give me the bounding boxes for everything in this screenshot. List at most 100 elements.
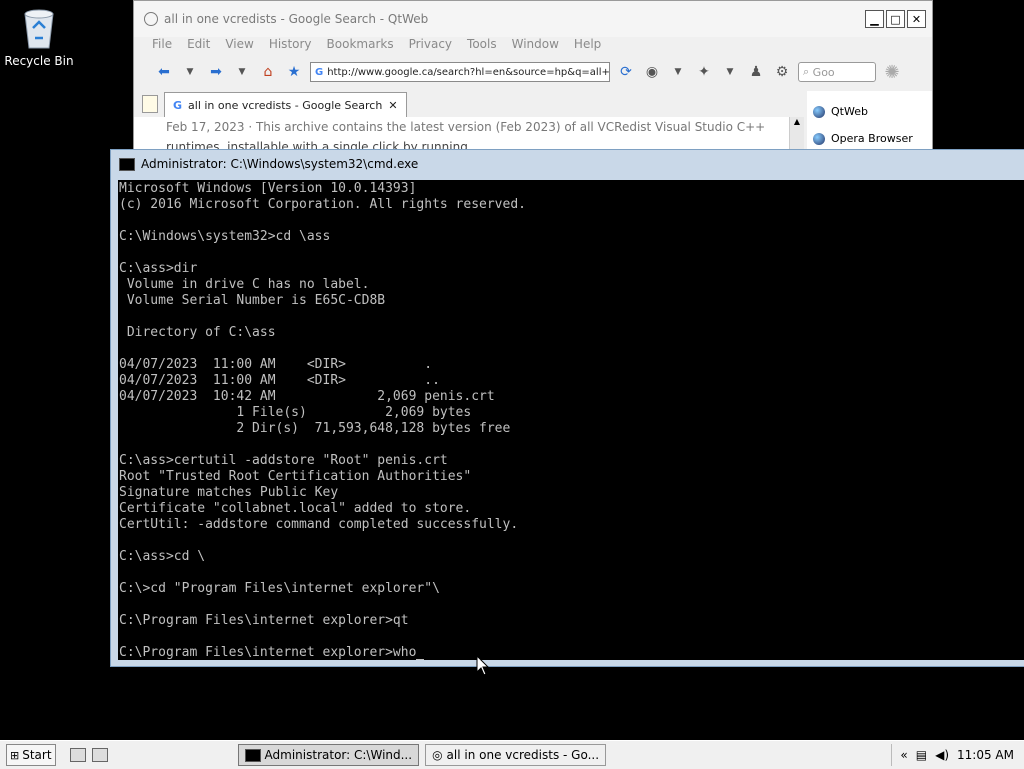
console-line: Root "Trusted Root Certification Authori… [119,469,472,484]
browser-titlebar[interactable]: all in one vcredists - Google Search - Q… [134,1,932,37]
console-line: Microsoft Windows [Version 10.0.14393] [119,181,417,196]
scroll-up-icon[interactable]: ▲ [790,117,804,126]
recycle-bin[interactable]: Recycle Bin [4,6,74,68]
reload-icon[interactable]: ⟳ [616,63,636,81]
google-tab-favicon: G [173,98,183,112]
console-line: Volume Serial Number is E65C-CD8B [119,293,386,308]
console-line: 2 Dir(s) 71,593,648,128 bytes free [119,421,511,436]
browser-title: all in one vcredists - Google Search - Q… [164,12,429,26]
globe-icon [813,132,825,145]
recycle-bin-label: Recycle Bin [4,54,74,68]
sidebar-item-label: QtWeb [831,105,868,118]
menu-history[interactable]: History [269,37,312,53]
sidebar-item-label: Opera Browser [831,132,913,145]
console-line: 1 File(s) 2,069 bytes [119,405,472,420]
server-manager-icon[interactable] [69,748,86,762]
console-line: 04/07/2023 10:42 AM 2,069 penis.crt [119,389,495,404]
page-scrollbar[interactable]: ▲ [789,117,804,151]
tab-google-search[interactable]: G all in one vcredists - Google Search ✕ [164,92,407,117]
console-line: Directory of C:\ass [119,325,276,340]
volume-icon[interactable]: ◀) [935,748,949,762]
cmd-task-icon [244,748,261,762]
tab-label: all in one vcredists - Google Search [188,98,383,112]
cmd-window[interactable]: Administrator: C:\Windows\system32\cmd.e… [110,149,1024,667]
taskbar-item-label: Administrator: C:\Wind... [264,748,413,762]
wand-dropdown-icon[interactable]: ▼ [720,63,740,81]
console-line: C:\>cd "Program Files\internet explorer"… [119,581,440,596]
menu-file[interactable]: File [152,37,172,53]
chrome-dropdown-icon[interactable]: ▼ [668,63,688,81]
clock[interactable]: 11:05 AM [957,748,1014,762]
cmd-icon [119,157,135,171]
back-icon[interactable]: ⬅ [154,63,174,81]
network-icon[interactable]: ▤ [916,748,927,762]
browser-window[interactable]: all in one vcredists - Google Search - Q… [133,0,933,152]
system-tray: « ▤ ◀) 11:05 AM [891,744,1014,766]
text-cursor [416,659,425,660]
cmd-title: Administrator: C:\Windows\system32\cmd.e… [141,157,419,171]
taskbar-item-cmd[interactable]: Administrator: C:\Wind... [237,744,420,766]
sidebar-item-opera[interactable]: Opera Browser [813,132,932,145]
search-placeholder: Goo [812,65,835,79]
console-line: Certificate "collabnet.local" added to s… [119,501,472,516]
loading-spinner-icon: ✺ [884,61,900,83]
maximize-button[interactable]: □ [886,10,905,28]
qtweb-task-icon: ◎ [432,748,443,762]
menu-view[interactable]: View [225,37,253,53]
menu-help[interactable]: Help [574,37,601,53]
search-input[interactable]: ⌕ Goo [798,62,876,82]
start-label: Start [22,748,52,762]
qtweb-icon [144,12,158,26]
bookmark-star-icon[interactable]: ★ [284,63,304,81]
url-field[interactable]: G http://www.google.ca/search?hl=en&sour… [310,62,610,82]
forward-icon[interactable]: ➡ [206,63,226,81]
console-line: (c) 2016 Microsoft Corporation. All righ… [119,197,526,212]
back-dropdown-icon[interactable]: ▼ [180,63,200,81]
quick-launch [69,748,108,762]
tray-expand-icon[interactable]: « [900,748,907,762]
forward-dropdown-icon[interactable]: ▼ [232,63,252,81]
console-history: Microsoft Windows [Version 10.0.14393] (c… [119,181,1024,645]
new-tab-icon[interactable] [142,95,158,113]
menu-bar: File Edit View History Bookmarks Privacy… [134,37,932,53]
console-output[interactable]: Microsoft Windows [Version 10.0.14393] (c… [118,180,1024,660]
console-line: CertUtil: -addstore command completed su… [119,517,519,532]
explorer-icon[interactable] [91,748,108,762]
sidebar-item-qtweb[interactable]: QtWeb [813,105,932,118]
globe-icon [813,105,825,118]
google-favicon: G [315,66,324,78]
taskbar-item-browser[interactable]: ◎ all in one vcredists - Go... [425,744,607,766]
close-button[interactable]: ✕ [907,10,926,28]
console-line: C:\ass>dir [119,261,198,276]
menu-window[interactable]: Window [512,37,559,53]
minimize-button[interactable]: ▁ [865,10,884,28]
bookmarks-sidebar: QtWeb Opera Browser [807,91,932,151]
menu-bookmarks[interactable]: Bookmarks [327,37,394,53]
console-prompt: C:\Program Files\internet explorer>who [119,645,417,660]
menu-tools[interactable]: Tools [467,37,497,53]
cmd-titlebar[interactable]: Administrator: C:\Windows\system32\cmd.e… [111,150,1024,178]
console-line: C:\Windows\system32>cd \ass [119,229,331,244]
menu-privacy[interactable]: Privacy [409,37,452,53]
spy-icon[interactable]: ♟ [746,63,766,81]
browser-toolbar: ⬅ ▼ ➡ ▼ ⌂ ★ G http://www.google.ca/searc… [134,53,932,91]
menu-edit[interactable]: Edit [187,37,210,53]
page-content: Feb 17, 2023 · This archive contains the… [134,117,794,151]
search-icon: ⌕ [803,65,813,78]
tab-close-icon[interactable]: ✕ [388,99,397,112]
console-line: C:\ass>certutil -addstore "Root" penis.c… [119,453,448,468]
settings-gear-icon[interactable]: ⚙ [772,63,792,81]
chrome-icon[interactable]: ◉ [642,63,662,81]
magic-wand-icon[interactable]: ✦ [694,63,714,81]
home-icon[interactable]: ⌂ [258,63,278,81]
start-button[interactable]: ⊞ Start [6,744,56,766]
